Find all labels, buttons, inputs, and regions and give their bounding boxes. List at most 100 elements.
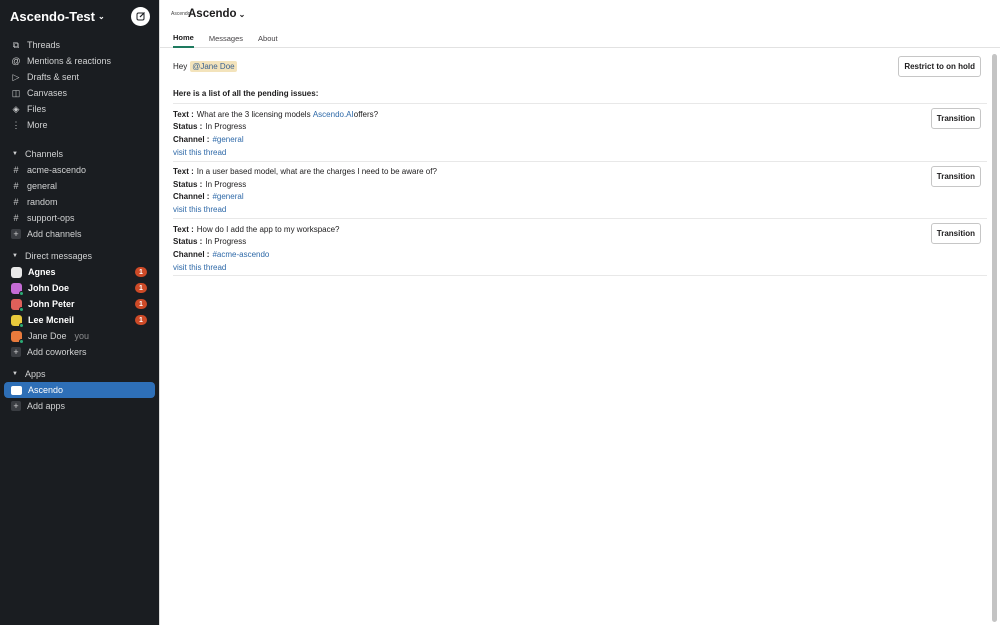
compose-button[interactable] <box>131 6 150 26</box>
dm-item-agnes[interactable]: Agnes 1 <box>0 264 159 280</box>
plus-icon: + <box>11 347 21 357</box>
dm-label: John Peter <box>28 299 75 309</box>
issue-text-suffix: offers? <box>353 109 379 119</box>
plus-icon: + <box>11 401 21 411</box>
dms-section-toggle[interactable]: ▼ Direct messages <box>0 248 159 264</box>
status-label: Status : <box>173 122 203 132</box>
status-label: Status : <box>173 237 203 247</box>
tab-about[interactable]: About <box>258 28 278 48</box>
online-status-icon <box>19 290 24 296</box>
restrict-on-hold-button[interactable]: Restrict to on hold <box>898 55 981 77</box>
hash-icon: # <box>13 181 19 191</box>
dm-item-lee-mcneil[interactable]: Lee Mcneil 1 <box>0 312 159 328</box>
nav-item-files[interactable]: ◈ Files <box>0 101 159 117</box>
at-icon: @ <box>11 56 21 66</box>
add-channels-button[interactable]: + Add channels <box>0 226 159 242</box>
scrollbar[interactable] <box>992 54 997 622</box>
main-panel: Ascendo Ascendo ⌄ Home Messages About Hey… <box>159 0 1000 625</box>
nav-label: Canvases <box>27 88 68 98</box>
more-icon: ⋮ <box>11 119 21 130</box>
nav-item-drafts[interactable]: ▷ Drafts & sent <box>0 69 159 85</box>
add-apps-button[interactable]: + Add apps <box>0 398 159 414</box>
home-content: Hey @Jane Doe Restrict to on hold Here is… <box>160 48 1000 276</box>
issue-text-link[interactable]: Ascendo.AI <box>313 110 354 119</box>
nav-label: Mentions & reactions <box>27 56 112 66</box>
you-label: you <box>74 331 90 341</box>
issue-channel-link[interactable]: #general <box>212 135 243 144</box>
channel-label: Channel : <box>173 134 210 144</box>
workspace-name: Ascendo-Test <box>10 8 95 24</box>
add-coworkers-button[interactable]: + Add coworkers <box>0 344 159 360</box>
issue-status: In Progress <box>205 122 247 132</box>
channel-item[interactable]: # support-ops <box>0 210 159 226</box>
canvas-icon: ◫ <box>11 87 21 98</box>
nav-item-threads[interactable]: ⧉ Threads <box>0 37 159 53</box>
dm-label: Jane Doe <box>28 331 67 341</box>
tab-home[interactable]: Home <box>173 28 194 48</box>
issue-channel-link[interactable]: #general <box>212 192 243 201</box>
dm-label: Lee Mcneil <box>28 315 75 325</box>
section-title: Apps <box>24 369 46 379</box>
add-label: Add apps <box>27 401 66 411</box>
dm-label: John Doe <box>28 283 70 293</box>
app-title-button[interactable]: Ascendo ⌄ <box>188 8 245 20</box>
visit-thread-link[interactable]: visit this thread <box>173 263 226 272</box>
caret-down-icon: ▼ <box>12 371 18 377</box>
text-label: Text : <box>173 167 194 177</box>
channel-label: general <box>27 181 58 191</box>
text-label: Text : <box>173 224 194 234</box>
channel-item[interactable]: # random <box>0 194 159 210</box>
issue-channel-link[interactable]: #acme-ascendo <box>212 250 269 259</box>
issue-status: In Progress <box>205 237 247 247</box>
nav-item-mentions[interactable]: @ Mentions & reactions <box>0 53 159 69</box>
dm-item-self[interactable]: Jane Doe you <box>0 328 159 344</box>
add-label: Add coworkers <box>27 347 87 357</box>
app-item-ascendo[interactable]: Ascendo <box>4 382 155 398</box>
unread-badge: 1 <box>135 267 147 277</box>
tab-bar: Home Messages About <box>160 28 1000 48</box>
nav-item-canvases[interactable]: ◫ Canvases <box>0 85 159 101</box>
channel-label: acme-ascendo <box>27 165 87 175</box>
avatar <box>11 298 24 312</box>
transition-button[interactable]: Transition <box>930 108 981 129</box>
channel-item[interactable]: # acme-ascendo <box>0 162 159 178</box>
issue-item: Text : How do I add the app to my workspa… <box>173 218 987 276</box>
channel-label: Channel : <box>173 192 210 202</box>
threads-icon: ⧉ <box>12 39 20 50</box>
issue-text: How do I add the app to my workspace? <box>196 224 340 234</box>
caret-down-icon: ▼ <box>12 253 18 259</box>
text-label: Text : <box>173 109 194 119</box>
channel-label: support-ops <box>27 213 75 223</box>
avatar <box>11 266 22 278</box>
visit-thread-link[interactable]: visit this thread <box>173 148 226 157</box>
unread-badge: 1 <box>135 315 147 325</box>
unread-badge: 1 <box>135 299 147 309</box>
channel-item[interactable]: # general <box>0 178 159 194</box>
ascendo-logo: Ascendo <box>171 11 191 17</box>
user-mention[interactable]: @Jane Doe <box>190 60 237 72</box>
files-icon: ◈ <box>12 103 20 114</box>
nav-label: Threads <box>27 40 61 50</box>
online-status-icon <box>19 306 24 312</box>
compose-icon <box>136 12 145 21</box>
section-title: Channels <box>24 149 63 159</box>
apps-section-toggle[interactable]: ▼ Apps <box>0 366 159 382</box>
workspace-switcher[interactable]: Ascendo-Test ⌄ <box>10 9 105 24</box>
greeting-prefix: Hey <box>173 61 188 71</box>
dm-item-john-peter[interactable]: John Peter 1 <box>0 296 159 312</box>
greeting: Hey @Jane Doe <box>173 60 237 72</box>
app-label: Ascendo <box>28 385 64 395</box>
tab-messages[interactable]: Messages <box>209 28 243 48</box>
channels-section-toggle[interactable]: ▼ Channels <box>0 146 159 162</box>
transition-button[interactable]: Transition <box>930 223 981 244</box>
issue-item: Text : What are the 3 licensing models As… <box>173 103 987 161</box>
transition-button[interactable]: Transition <box>930 165 981 187</box>
channel-label: Channel : <box>173 249 210 259</box>
issue-text: In a user based model, what are the char… <box>196 167 437 177</box>
send-icon: ▷ <box>12 71 20 82</box>
app-title: Ascendo <box>188 8 237 20</box>
visit-thread-link[interactable]: visit this thread <box>173 205 226 214</box>
hash-icon: # <box>13 197 19 207</box>
dm-item-john-doe[interactable]: John Doe 1 <box>0 280 159 296</box>
nav-item-more[interactable]: ⋮ More <box>0 117 159 133</box>
